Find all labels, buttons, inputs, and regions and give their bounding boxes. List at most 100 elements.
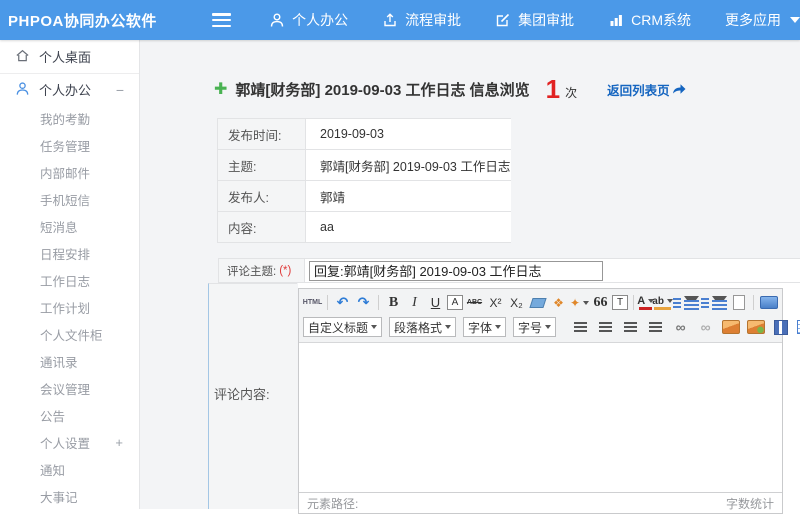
format-brush-icon[interactable]: ❖ bbox=[549, 293, 568, 313]
sidebar-item[interactable]: 通讯录 bbox=[0, 348, 139, 375]
new-page-icon[interactable] bbox=[729, 293, 748, 313]
row-label: 内容: bbox=[217, 211, 306, 243]
app-logo: PHPOA协同办公软件 bbox=[8, 12, 157, 30]
font-size-select[interactable]: 字号 bbox=[513, 317, 557, 337]
caret-down-icon bbox=[583, 300, 590, 305]
toolbar-separator bbox=[378, 295, 379, 310]
nav-label: CRM系统 bbox=[631, 12, 691, 28]
collapse-icon[interactable]: − bbox=[116, 82, 124, 98]
font-color-icon[interactable]: A bbox=[637, 295, 655, 310]
unlink-icon[interactable]: ∞ bbox=[696, 317, 715, 337]
bold-icon[interactable]: B bbox=[384, 293, 403, 313]
table-icon[interactable] bbox=[796, 317, 800, 337]
quick-format-icon[interactable]: ✦ bbox=[570, 293, 590, 313]
user-icon bbox=[15, 81, 30, 99]
hamburger-menu-icon[interactable] bbox=[212, 13, 232, 27]
editor-content-area[interactable] bbox=[299, 343, 782, 492]
nav-more-apps[interactable]: 更多应用 bbox=[725, 10, 800, 30]
source-code-button[interactable]: HTML bbox=[303, 293, 322, 313]
sidebar-item[interactable]: 个人设置 + bbox=[0, 429, 139, 456]
image-icon[interactable] bbox=[721, 317, 740, 337]
fullscreen-icon[interactable] bbox=[759, 293, 778, 313]
align-justify-icon[interactable] bbox=[646, 317, 665, 337]
editor-toolbar-row1: HTML ↶ ↷ B I U A ABC X² X₂ ❖ ✦ 66 T Aab bbox=[303, 291, 778, 314]
eraser-icon[interactable] bbox=[528, 293, 547, 313]
redo-icon[interactable]: ↷ bbox=[354, 293, 373, 313]
nav-label: 更多应用 bbox=[725, 12, 781, 28]
bar-chart-icon bbox=[608, 12, 624, 28]
curved-arrow-icon bbox=[672, 84, 686, 94]
sidebar-item[interactable]: 通知 bbox=[0, 456, 139, 483]
sidebar-item[interactable]: 任务管理 bbox=[0, 132, 139, 159]
sidebar-item[interactable]: 个人文件柜 bbox=[0, 321, 139, 348]
flash-icon[interactable] bbox=[746, 317, 765, 337]
rich-text-editor: HTML ↶ ↷ B I U A ABC X² X₂ ❖ ✦ 66 T Aab 自定义标题 段落格式 字体 字号 ∞… bbox=[298, 288, 800, 514]
dropdown-label: 字号 bbox=[518, 320, 543, 335]
caret-down-icon bbox=[684, 295, 699, 310]
expand-icon[interactable]: + bbox=[115, 435, 123, 450]
paragraph-select[interactable]: 段落格式 bbox=[389, 317, 457, 337]
strikethrough-icon[interactable]: ABC bbox=[465, 293, 484, 313]
align-right-icon[interactable] bbox=[621, 317, 640, 337]
unordered-list-icon[interactable] bbox=[700, 293, 727, 313]
italic-icon[interactable]: I bbox=[405, 293, 424, 313]
table-row: 主题: 郭靖[财务部] 2019-09-03 工作日志 bbox=[217, 149, 512, 181]
nav-label: 集团审批 bbox=[518, 12, 575, 28]
sidebar-item-label: 内部邮件 bbox=[40, 167, 91, 181]
row-value: aa bbox=[305, 211, 512, 243]
caret-down-icon bbox=[712, 295, 727, 310]
editor-toolbar: HTML ↶ ↷ B I U A ABC X² X₂ ❖ ✦ 66 T Aab 自定义标题 段落格式 字体 字号 ∞… bbox=[299, 289, 800, 343]
ordered-list-icon[interactable] bbox=[672, 293, 699, 313]
edit-square-icon bbox=[495, 12, 511, 28]
media-icon[interactable] bbox=[771, 317, 790, 337]
table-row: 内容: aa bbox=[217, 211, 512, 243]
sidebar-item-label: 公告 bbox=[40, 410, 66, 424]
dropdown-label: 自定义标题 bbox=[308, 320, 369, 335]
caret-down-icon bbox=[790, 17, 800, 23]
align-left-icon[interactable] bbox=[571, 317, 590, 337]
sidebar-item-label: 个人文件柜 bbox=[40, 329, 103, 343]
row-label: 主题: bbox=[217, 149, 306, 181]
sidebar-item[interactable]: 工作计划 bbox=[0, 294, 139, 321]
sidebar-group-personal-office[interactable]: 个人办公 − bbox=[0, 74, 139, 105]
sidebar-item-label: 会议管理 bbox=[40, 383, 91, 397]
sidebar-item[interactable]: 公告 bbox=[0, 402, 139, 429]
sidebar-item[interactable]: 工作日志 bbox=[0, 267, 139, 294]
sidebar-item[interactable]: 手机短信 bbox=[0, 186, 139, 213]
sidebar-item-label: 通讯录 bbox=[40, 356, 78, 370]
caret-down-icon bbox=[371, 325, 378, 329]
sidebar-item-label: 大事记 bbox=[40, 491, 78, 505]
editor-statusbar: 元素路径: 字数统计 bbox=[299, 492, 782, 513]
row-value: 郭靖[财务部] 2019-09-03 工作日志 bbox=[305, 149, 512, 181]
sidebar-item[interactable]: 我的考勤 bbox=[0, 105, 139, 132]
align-center-icon[interactable] bbox=[596, 317, 615, 337]
subscript-icon[interactable]: X₂ bbox=[507, 293, 526, 313]
sidebar-item[interactable]: 内部邮件 bbox=[0, 159, 139, 186]
underline-icon[interactable]: U bbox=[426, 293, 445, 313]
link-icon[interactable]: ∞ bbox=[671, 317, 690, 337]
sidebar-item[interactable]: 短消息 bbox=[0, 213, 139, 240]
nav-personal-office[interactable]: 个人办公 bbox=[269, 10, 348, 30]
sidebar-item-label: 通知 bbox=[40, 464, 66, 478]
back-to-list-link[interactable]: 返回列表页 bbox=[607, 80, 686, 99]
blockquote-icon[interactable]: 66 bbox=[591, 293, 610, 313]
sidebar-item[interactable]: 日程安排 bbox=[0, 240, 139, 267]
row-value: 2019-09-03 bbox=[305, 118, 512, 150]
sidebar: 个人桌面 个人办公 − 我的考勤 任务管理内部邮件手机短信 短消息 日程安排 工作日志工… bbox=[0, 40, 140, 509]
font-family-select[interactable]: 字体 bbox=[463, 317, 507, 337]
undo-icon[interactable]: ↶ bbox=[333, 293, 352, 313]
sidebar-item-desktop[interactable]: 个人桌面 bbox=[0, 40, 139, 74]
comment-subject-input[interactable] bbox=[309, 260, 603, 281]
paste-text-icon[interactable]: T bbox=[612, 295, 628, 310]
nav-group-approval[interactable]: 集团审批 bbox=[495, 10, 574, 30]
font-style-icon[interactable]: A bbox=[447, 295, 463, 310]
nav-workflow-approval[interactable]: 流程审批 bbox=[382, 10, 461, 30]
row-value: 郭靖 bbox=[305, 180, 512, 212]
heading-select[interactable]: 自定义标题 bbox=[303, 317, 383, 337]
top-nav: 个人办公 流程审批 集团审批 CRM系统 更多应用 bbox=[269, 10, 800, 30]
sidebar-item[interactable]: 大事记 bbox=[0, 483, 139, 510]
nav-crm-system[interactable]: CRM系统 bbox=[608, 10, 691, 30]
superscript-icon[interactable]: X² bbox=[486, 293, 505, 313]
highlight-color-icon[interactable]: ab bbox=[652, 295, 673, 310]
sidebar-item[interactable]: 会议管理 bbox=[0, 375, 139, 402]
